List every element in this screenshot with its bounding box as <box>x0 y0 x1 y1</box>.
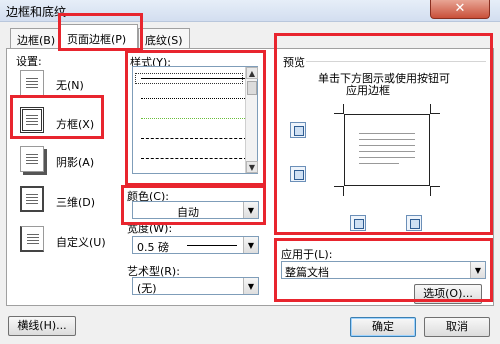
bottom-border-button-icon[interactable] <box>290 166 306 182</box>
none-border-icon[interactable] <box>20 70 44 96</box>
setting-custom-label[interactable]: 自定义(U) <box>56 234 106 250</box>
preview-text-line <box>359 163 399 164</box>
corner-mark <box>430 186 440 196</box>
corner-mark <box>334 186 344 196</box>
scroll-up-icon[interactable]: ▲ <box>246 67 258 79</box>
apply-to-label: 应用于(L): <box>281 248 333 261</box>
art-select[interactable]: (无) ▼ <box>132 277 259 295</box>
box-border-icon[interactable] <box>20 107 44 133</box>
corner-mark <box>334 104 344 114</box>
width-value: 0.5 磅 <box>137 241 169 254</box>
apply-to-select[interactable]: 整篇文档 ▼ <box>281 261 486 279</box>
width-select[interactable]: 0.5 磅 ▼ <box>132 236 259 254</box>
horizontal-line-button[interactable]: 横线(H)... <box>8 316 76 336</box>
preview-text-line <box>359 145 415 146</box>
line-style-scrollbar[interactable]: ▲ ▼ <box>245 67 258 173</box>
preview-text-line <box>359 151 415 152</box>
line-style-dotted[interactable] <box>141 98 247 99</box>
scroll-down-icon[interactable]: ▼ <box>246 161 258 173</box>
top-border-button-icon[interactable] <box>290 122 306 138</box>
window-title: 边框和底纹 <box>6 5 67 19</box>
line-style-list[interactable]: ▲ ▼ <box>132 66 258 174</box>
preview-text-line <box>359 133 415 134</box>
width-label: 宽度(W): <box>127 222 173 235</box>
setting-box-label[interactable]: 方框(X) <box>56 116 94 132</box>
setting-3d-label[interactable]: 三维(D) <box>56 194 95 210</box>
left-border-button-icon[interactable] <box>350 215 366 231</box>
title-bar <box>0 0 500 22</box>
line-style-solid[interactable] <box>141 78 247 79</box>
width-sample-line <box>187 245 237 246</box>
preview-hint-line2: 应用边框 <box>346 84 390 97</box>
line-style-long-dashed[interactable] <box>141 158 247 159</box>
tab-shading[interactable]: 底纹(S) <box>138 28 190 48</box>
chevron-down-icon[interactable]: ▼ <box>243 278 258 294</box>
close-button[interactable]: ✕ <box>430 0 490 19</box>
ok-button[interactable]: 确定 <box>350 317 416 337</box>
shadow-border-icon[interactable] <box>20 146 44 172</box>
options-button[interactable]: 选项(O)... <box>414 284 482 304</box>
scroll-thumb[interactable] <box>247 81 257 95</box>
line-style-fine-dotted[interactable] <box>141 118 247 119</box>
tab-page-border[interactable]: 页面边框(P) <box>60 24 138 49</box>
color-select[interactable]: 自动 ▼ <box>132 201 259 219</box>
preview-text-line <box>359 157 415 158</box>
setting-none-label[interactable]: 无(N) <box>56 77 84 93</box>
chevron-down-icon[interactable]: ▼ <box>470 262 485 278</box>
tab-borders[interactable]: 边框(B) <box>10 28 63 48</box>
art-value: (无) <box>137 282 157 295</box>
custom-border-icon[interactable] <box>20 226 44 252</box>
chevron-down-icon[interactable]: ▼ <box>243 237 258 253</box>
cancel-button[interactable]: 取消 <box>424 317 490 337</box>
chevron-down-icon[interactable]: ▼ <box>243 202 258 218</box>
preview-text-line <box>359 139 415 140</box>
preview-group-line <box>306 61 486 62</box>
setting-shadow-label[interactable]: 阴影(A) <box>56 154 94 170</box>
3d-border-icon[interactable] <box>20 186 44 212</box>
preview-page[interactable] <box>344 114 430 186</box>
right-border-button-icon[interactable] <box>406 215 422 231</box>
preview-heading: 预览 <box>283 56 305 69</box>
color-value: 自动 <box>177 206 199 219</box>
line-style-dashed[interactable] <box>141 138 247 139</box>
settings-heading: 设置: <box>16 55 42 68</box>
apply-to-value: 整篇文档 <box>285 266 329 279</box>
corner-mark <box>430 104 440 114</box>
